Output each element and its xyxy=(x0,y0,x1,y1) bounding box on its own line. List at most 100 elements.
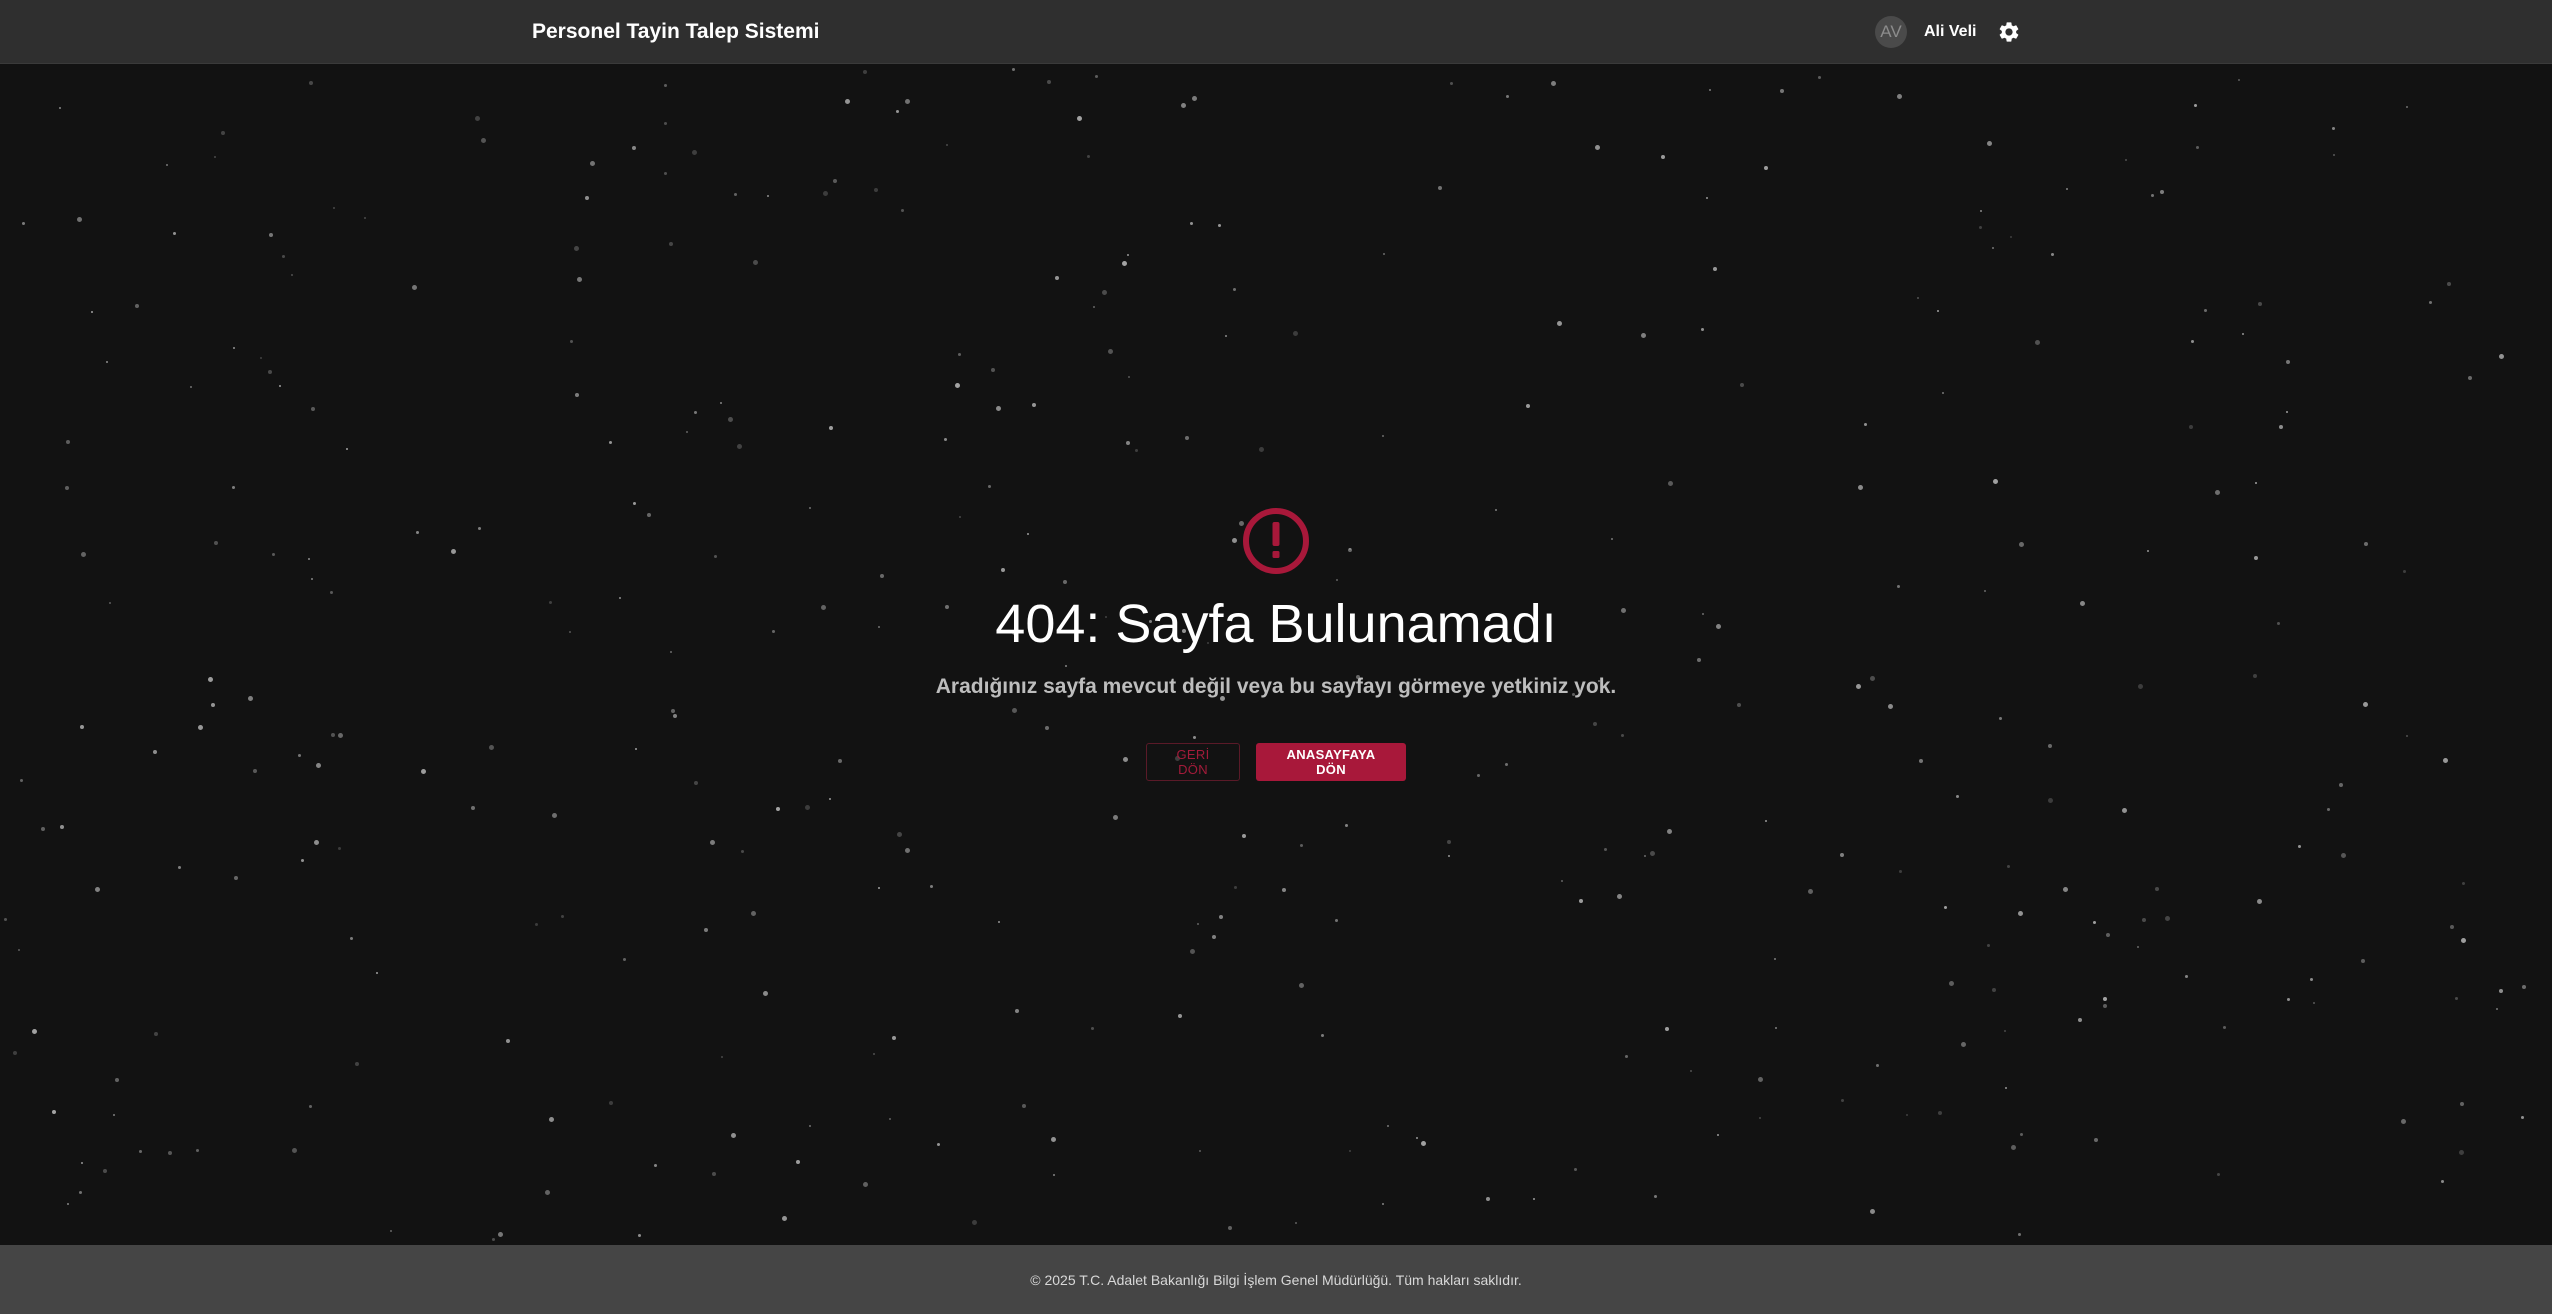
star-dot xyxy=(1956,795,1959,798)
star-dot xyxy=(2450,925,2454,929)
star-dot xyxy=(1113,815,1118,820)
star-dot xyxy=(106,361,108,363)
star-dot xyxy=(1858,485,1863,490)
star-dot xyxy=(113,1114,115,1116)
star-dot xyxy=(4,918,7,921)
error-circle-icon xyxy=(1243,508,1309,574)
star-dot xyxy=(1938,1111,1942,1115)
star-dot xyxy=(751,911,756,916)
star-dot xyxy=(309,1105,312,1108)
star-dot xyxy=(279,385,281,387)
star-dot xyxy=(535,923,538,926)
star-dot xyxy=(577,277,582,282)
user-name[interactable]: Ali Veli xyxy=(1924,23,1976,41)
star-dot xyxy=(1897,94,1902,99)
star-dot xyxy=(32,1029,37,1034)
star-dot xyxy=(1992,988,1996,992)
star-dot xyxy=(712,1172,716,1176)
star-dot xyxy=(1604,848,1607,851)
star-dot xyxy=(1093,306,1095,308)
star-dot xyxy=(753,260,758,265)
home-button[interactable]: ANASAYFAYA DÖN xyxy=(1256,743,1406,781)
star-dot xyxy=(1051,1137,1056,1142)
star-dot xyxy=(364,217,366,219)
star-dot xyxy=(669,242,673,246)
star-dot xyxy=(1012,68,1015,71)
star-dot xyxy=(1980,210,1982,212)
star-dot xyxy=(863,1182,868,1187)
star-dot xyxy=(475,116,480,121)
star-dot xyxy=(1818,76,1821,79)
star-dot xyxy=(1293,331,1298,336)
star-dot xyxy=(686,431,688,433)
star-dot xyxy=(1701,328,1704,331)
star-dot xyxy=(309,81,313,85)
star-dot xyxy=(221,131,225,135)
star-dot xyxy=(233,347,235,349)
star-dot xyxy=(1032,403,1036,407)
star-dot xyxy=(1665,1027,1669,1031)
star-dot xyxy=(18,949,20,951)
star-dot xyxy=(2165,916,2170,921)
app-header: Personel Tayin Talep Sistemi AV Ali Veli xyxy=(0,0,2552,64)
star-dot xyxy=(654,1164,657,1167)
star-dot xyxy=(2204,309,2207,312)
settings-button[interactable] xyxy=(1994,17,2024,47)
star-dot xyxy=(1197,923,1199,925)
star-dot xyxy=(268,370,272,374)
star-dot xyxy=(1128,376,1130,378)
star-dot xyxy=(1574,1168,1577,1171)
star-dot xyxy=(1015,1009,1019,1013)
star-dot xyxy=(79,1191,82,1194)
star-dot xyxy=(1190,222,1193,225)
action-buttons: GERİ DÖN ANASAYFAYA DÖN xyxy=(0,743,2552,781)
star-dot xyxy=(2341,853,2346,858)
star-dot xyxy=(1765,820,1767,822)
star-dot xyxy=(1717,1134,1719,1136)
star-dot xyxy=(1295,1222,1297,1224)
star-dot xyxy=(178,866,181,869)
star-dot xyxy=(2255,482,2257,484)
star-dot xyxy=(944,438,947,441)
star-dot xyxy=(67,1203,69,1205)
star-dot xyxy=(574,246,579,251)
star-dot xyxy=(1650,851,1655,856)
star-dot xyxy=(1212,935,1216,939)
star-dot xyxy=(412,285,417,290)
star-dot xyxy=(1774,958,1776,960)
star-dot xyxy=(1387,1125,1389,1127)
star-dot xyxy=(2499,989,2503,993)
star-dot xyxy=(2018,911,2023,916)
star-dot xyxy=(1438,186,1442,190)
star-dot xyxy=(2287,998,2290,1001)
star-dot xyxy=(585,196,589,200)
star-dot xyxy=(1864,423,1867,426)
star-dot xyxy=(2063,887,2068,892)
star-dot xyxy=(2018,1233,2021,1236)
star-dot xyxy=(1416,1137,1418,1139)
star-dot xyxy=(720,402,722,404)
star-dot xyxy=(2310,978,2313,981)
star-dot xyxy=(1661,155,1665,159)
star-dot xyxy=(1299,983,1304,988)
star-dot xyxy=(731,1133,736,1138)
star-dot xyxy=(545,1190,550,1195)
star-dot xyxy=(590,161,595,166)
star-dot xyxy=(896,110,899,113)
star-dot xyxy=(282,255,285,258)
star-dot xyxy=(833,179,837,183)
star-dot xyxy=(664,84,667,87)
star-dot xyxy=(2125,159,2127,161)
back-button[interactable]: GERİ DÖN xyxy=(1146,743,1240,781)
star-dot xyxy=(1764,166,1768,170)
star-dot xyxy=(1654,1195,1657,1198)
avatar[interactable]: AV xyxy=(1875,16,1907,48)
star-dot xyxy=(2461,938,2466,943)
user-menu[interactable]: AV Ali Veli xyxy=(1875,0,2024,64)
star-dot xyxy=(2094,1138,2098,1142)
star-dot xyxy=(2196,146,2199,149)
star-dot xyxy=(1127,254,1129,256)
star-dot xyxy=(346,448,348,450)
star-dot xyxy=(737,444,742,449)
star-dot xyxy=(561,915,564,918)
